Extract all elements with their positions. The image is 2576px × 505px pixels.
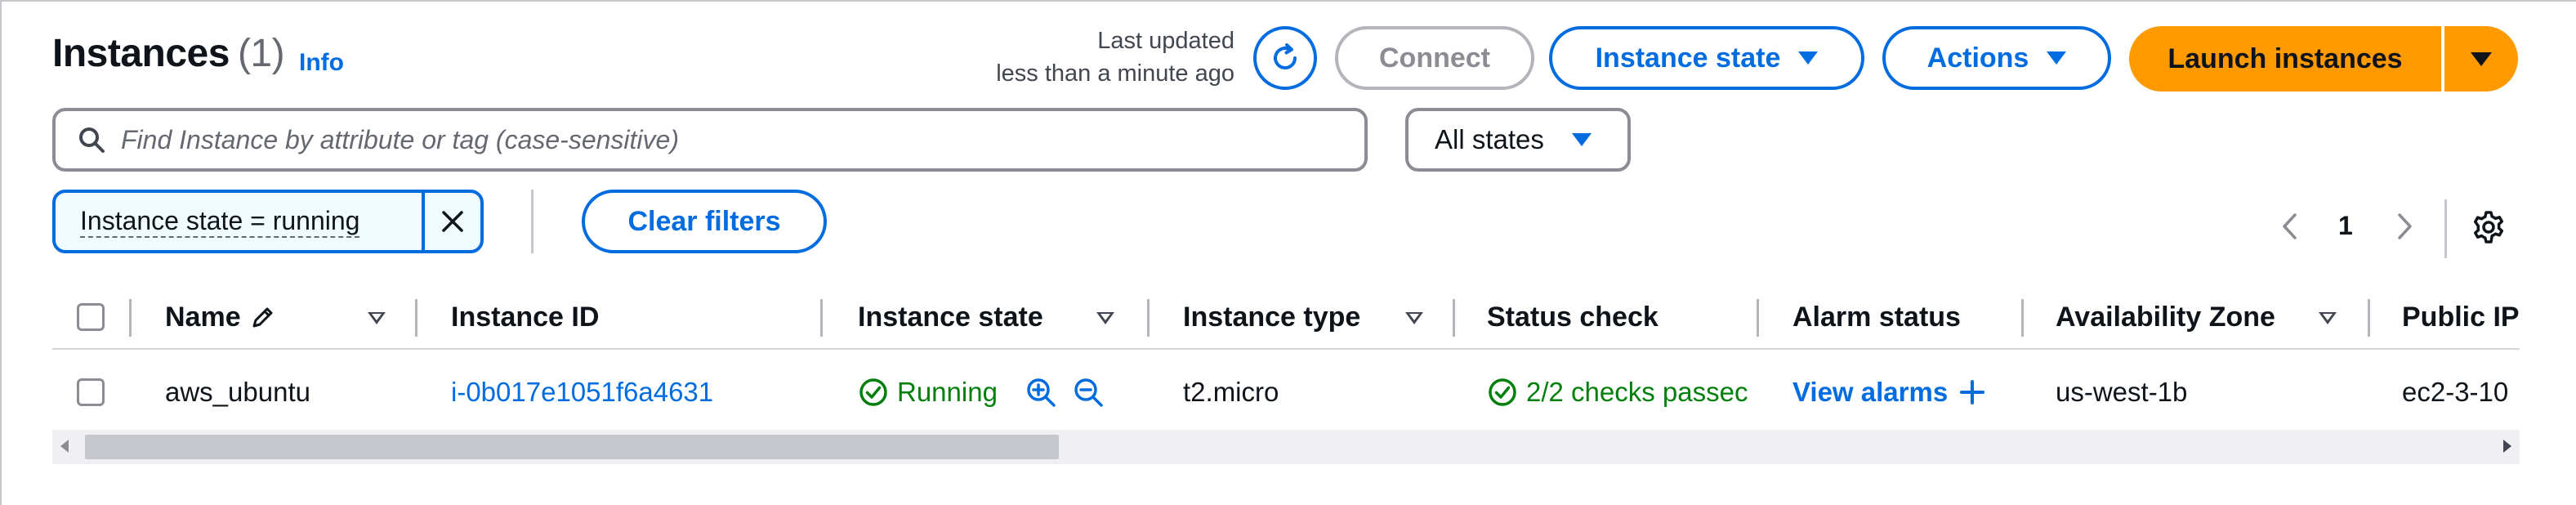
sort-caret-icon[interactable] xyxy=(1405,312,1423,324)
filter-divider xyxy=(531,190,534,253)
column-separator xyxy=(1147,299,1150,337)
header-divider xyxy=(52,348,2520,350)
column-header-instance-state[interactable]: Instance state xyxy=(858,288,1043,346)
current-page[interactable]: 1 xyxy=(2338,211,2353,241)
column-header-status-check[interactable]: Status check xyxy=(1487,288,1659,346)
launch-instances-menu-button[interactable] xyxy=(2444,26,2518,92)
column-separator xyxy=(2021,299,2024,337)
filter-token-label: Instance state = running xyxy=(80,206,360,238)
last-updated-label: Last updated xyxy=(1097,28,1234,54)
column-separator xyxy=(820,299,823,337)
instance-count: (1) xyxy=(237,32,285,75)
cell-instance-id-link[interactable]: i-0b017e1051f6a4631 xyxy=(451,358,713,427)
sort-caret-icon[interactable] xyxy=(368,312,386,324)
cell-availability-zone: us-west-1b xyxy=(2056,377,2188,407)
remove-filter-button[interactable] xyxy=(422,193,480,250)
column-header-instance-type[interactable]: Instance type xyxy=(1183,288,1360,346)
gear-icon[interactable] xyxy=(2471,209,2507,245)
plus-icon xyxy=(1960,380,1985,404)
scroll-right-arrow-icon[interactable] xyxy=(2503,440,2511,453)
sort-caret-icon[interactable] xyxy=(1096,312,1114,324)
launch-instances-button[interactable]: Launch instances xyxy=(2129,26,2441,92)
cell-public-ip: ec2-3-10 xyxy=(2402,377,2509,407)
page-title-text: Instances xyxy=(52,32,230,75)
table-row[interactable]: aws_ubuntu i-0b017e1051f6a4631 Running t… xyxy=(52,358,2520,427)
cell-name: aws_ubuntu xyxy=(165,377,310,407)
column-separator xyxy=(1757,299,1759,337)
check-circle-icon xyxy=(859,378,887,406)
close-icon xyxy=(442,211,463,232)
search-input[interactable] xyxy=(121,124,1306,155)
caret-down-icon xyxy=(2471,51,2492,66)
column-header-name[interactable]: Name xyxy=(165,288,277,346)
connect-label: Connect xyxy=(1379,42,1490,74)
zoom-out-icon[interactable] xyxy=(1072,376,1106,410)
clear-filters-button[interactable]: Clear filters xyxy=(582,190,827,253)
status-check-value: 2/2 checks passec xyxy=(1526,377,1748,407)
row-checkbox[interactable] xyxy=(77,378,105,406)
column-header-public-ip[interactable]: Public IP xyxy=(2402,288,2520,346)
next-page-icon[interactable] xyxy=(2394,212,2415,240)
refresh-button[interactable] xyxy=(1253,26,1317,90)
column-separator xyxy=(415,299,417,337)
column-header-availability-zone[interactable]: Availability Zone xyxy=(2056,288,2275,346)
caret-down-icon xyxy=(1571,133,1592,146)
filter-token-label-wrap[interactable]: Instance state = running xyxy=(56,193,422,250)
column-separator xyxy=(1453,299,1455,337)
sort-caret-icon[interactable] xyxy=(2319,312,2337,324)
scroll-left-arrow-icon[interactable] xyxy=(60,440,69,453)
page-title: Instances (1) xyxy=(52,31,285,76)
connect-button[interactable]: Connect xyxy=(1335,26,1534,90)
column-separator xyxy=(2368,299,2370,337)
check-circle-icon xyxy=(1489,378,1516,406)
column-header-alarm-status[interactable]: Alarm status xyxy=(1792,288,1961,346)
column-separator xyxy=(129,299,132,337)
actions-dropdown[interactable]: Actions xyxy=(1882,26,2111,90)
last-updated-value: less than a minute ago xyxy=(996,60,1234,87)
zoom-in-icon[interactable] xyxy=(1025,376,1059,410)
instance-state-dropdown[interactable]: Instance state xyxy=(1549,26,1864,90)
refresh-icon xyxy=(1274,43,1297,69)
state-filter-select[interactable]: All states xyxy=(1405,108,1631,172)
cell-instance-type: t2.micro xyxy=(1183,377,1279,407)
last-updated: Last updated less than a minute ago xyxy=(996,25,1234,90)
filter-token: Instance state = running xyxy=(52,190,484,253)
previous-page-icon[interactable] xyxy=(2279,212,2301,240)
info-link[interactable]: Info xyxy=(299,49,344,77)
caret-down-icon xyxy=(2047,51,2067,65)
table-header: Name Instance ID Instance state Instance… xyxy=(52,288,2520,346)
pager-divider xyxy=(2444,199,2447,258)
select-all-checkbox[interactable] xyxy=(77,303,105,331)
column-header-name-label: Name xyxy=(165,301,241,333)
search-icon xyxy=(79,127,105,153)
actions-label: Actions xyxy=(1926,42,2029,74)
horizontal-scrollbar[interactable] xyxy=(52,430,2520,464)
cell-instance-state: Running xyxy=(858,358,998,427)
state-filter-value: All states xyxy=(1435,124,1544,154)
view-alarms-link[interactable]: View alarms xyxy=(1792,358,1985,427)
launch-instances-label: Launch instances xyxy=(2168,42,2403,74)
instance-state-value: Running xyxy=(897,377,998,407)
instance-state-label: Instance state xyxy=(1595,42,1781,74)
clear-filters-label: Clear filters xyxy=(627,205,781,237)
search-field[interactable] xyxy=(52,108,1368,172)
scrollbar-thumb[interactable] xyxy=(85,435,1059,459)
caret-down-icon xyxy=(1798,51,1819,65)
cell-status-check: 2/2 checks passec xyxy=(1487,358,1757,427)
view-alarms-label: View alarms xyxy=(1792,377,1949,407)
pencil-icon xyxy=(252,307,273,328)
column-header-instance-id[interactable]: Instance ID xyxy=(451,288,599,346)
